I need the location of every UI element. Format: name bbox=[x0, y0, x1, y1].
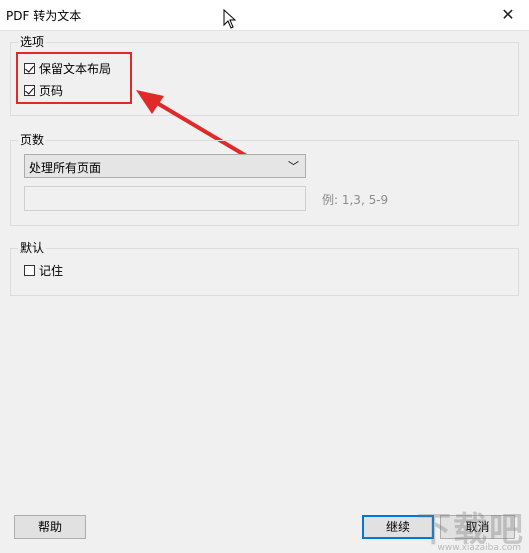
remember-label: 记住 bbox=[39, 263, 64, 278]
defaults-group bbox=[10, 248, 519, 296]
highlight-box bbox=[16, 52, 132, 104]
remember-checkbox[interactable] bbox=[24, 264, 35, 276]
chevron-down-icon: ﹀ bbox=[288, 160, 299, 173]
page-range-example: 例: 1,3, 5-9 bbox=[322, 193, 389, 207]
title-bar: PDF 转为文本 ✕ bbox=[0, 0, 529, 31]
pages-group-label: 页数 bbox=[18, 131, 47, 148]
options-group-label: 选项 bbox=[18, 33, 47, 50]
help-button[interactable]: 帮助 bbox=[14, 515, 86, 539]
defaults-group-label: 默认 bbox=[18, 239, 47, 256]
page-range-input[interactable] bbox=[24, 186, 306, 211]
page-range-dropdown-value: 处理所有页面 bbox=[29, 161, 102, 175]
remember-checkbox-row[interactable]: 记住 bbox=[24, 262, 63, 278]
close-icon[interactable]: ✕ bbox=[497, 4, 519, 26]
window-title: PDF 转为文本 bbox=[6, 9, 82, 23]
pages-group bbox=[10, 140, 519, 226]
page-range-dropdown[interactable]: 处理所有页面 ﹀ bbox=[24, 154, 306, 178]
mouse-cursor-icon bbox=[223, 9, 237, 29]
watermark-url: www.xiazaiba.com bbox=[437, 543, 521, 553]
